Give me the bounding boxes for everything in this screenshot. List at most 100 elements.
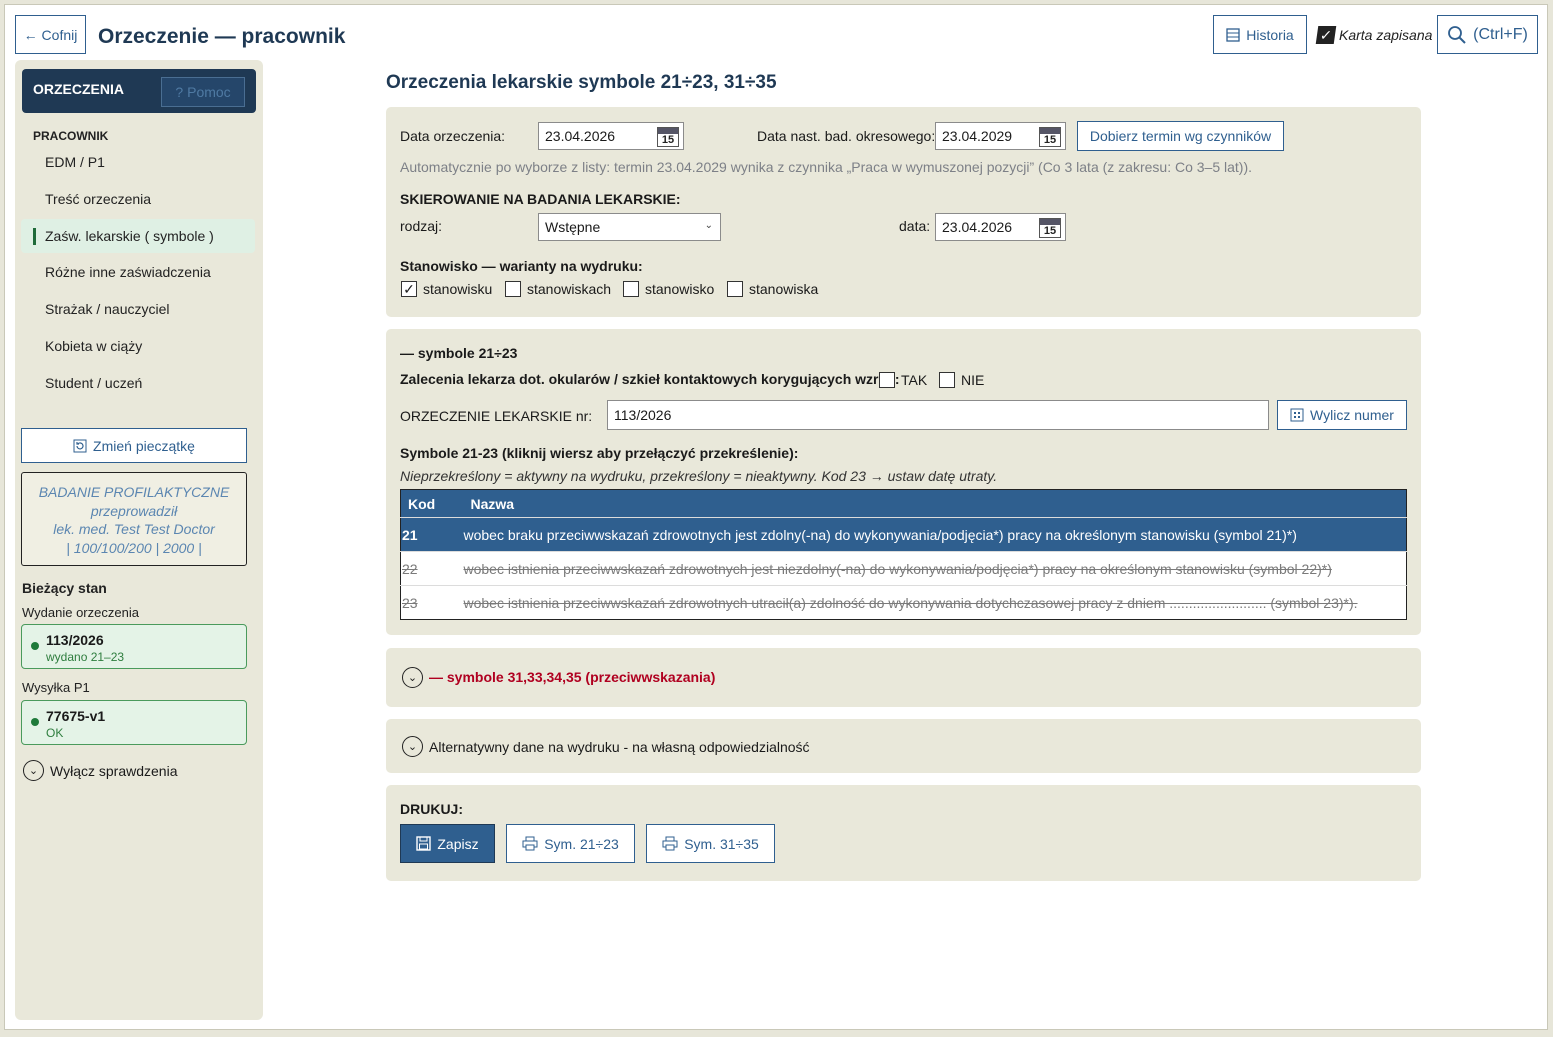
calendar-icon[interactable]: 15 — [1039, 127, 1061, 147]
question-icon: ? — [175, 84, 184, 100]
date2-field[interactable]: 23.04.2026 15 — [935, 213, 1066, 241]
print-panel: DRUKUJ: Zapisz Sym. 21÷23 Sym. 31÷35 — [386, 785, 1421, 881]
print-sym21-button[interactable]: Sym. 21÷23 — [506, 824, 635, 863]
send-status-card[interactable]: 77675-v1 OK — [21, 700, 247, 745]
history-button[interactable]: Historia — [1213, 15, 1307, 54]
checkbox-icon — [623, 281, 639, 297]
number-label: ORZECZENIE LEKARSKIE nr: — [400, 408, 593, 424]
date-field[interactable]: 23.04.2026 15 — [538, 122, 684, 150]
kind-label: rodzaj: — [400, 218, 443, 234]
number-value: 113/2026 — [614, 407, 672, 423]
sidebar-item-kobieta[interactable]: Kobieta w ciąży — [21, 329, 255, 363]
checkbox-icon — [727, 281, 743, 297]
sidebar-item-student[interactable]: Student / uczeń — [21, 366, 255, 400]
back-button[interactable]: ← Cofnij — [15, 15, 86, 54]
variant-checkbox-stanowiskach[interactable]: stanowiskach — [505, 281, 611, 297]
next-date-field[interactable]: 23.04.2029 15 — [935, 122, 1066, 150]
variant-checkbox-stanowisku[interactable]: ✓ stanowisku — [401, 281, 492, 297]
calc-number-button[interactable]: Wylicz numer — [1277, 400, 1407, 430]
table-row[interactable]: 22 wobec istnienia przeciwwskazań zdrowo… — [400, 551, 1407, 586]
calculator-icon — [1290, 408, 1304, 422]
print-title: DRUKUJ: — [400, 801, 463, 817]
table-row[interactable]: 21 wobec braku przeciwwskazań zdrowotnyc… — [400, 517, 1407, 552]
history-icon — [1226, 27, 1240, 42]
row-name: wobec istnienia przeciwwskazań zdrowotny… — [463, 551, 1407, 586]
floppy-icon — [416, 836, 432, 851]
sidebar-item-edm[interactable]: EDM / P1 — [21, 145, 255, 179]
status-dot-icon — [31, 642, 39, 650]
help-button[interactable]: ? Pomoc — [161, 77, 245, 107]
next-date-label: Data nast. bad. okresowego: — [757, 128, 936, 144]
row-code: 22 — [400, 551, 464, 586]
save-button[interactable]: Zapisz — [400, 824, 495, 863]
chevron-down-icon[interactable]: ⌄ — [402, 736, 423, 757]
yes-label: TAK — [901, 372, 928, 388]
sidebar-item-inne[interactable]: Różne inne zaświadczenia — [21, 255, 255, 289]
saved-indicator: ✓ Karta zapisana — [1315, 26, 1433, 44]
print-sym31-button[interactable]: Sym. 31÷35 — [646, 824, 775, 863]
col-name: Nazwa — [463, 489, 1407, 518]
send-value: 77675-v1 — [46, 708, 106, 724]
search-icon — [1448, 25, 1466, 44]
chevron-down-icon: ⌄ — [704, 220, 713, 231]
glasses-no-checkbox[interactable]: NIE — [939, 372, 984, 388]
kind-value: Wstępne — [545, 219, 601, 235]
page-title: Orzeczenie — pracownik — [98, 25, 346, 48]
sidebar-item-symbole[interactable]: Zaśw. lekarskie ( symbole ) — [21, 219, 255, 253]
row-name: wobec istnienia przeciwwskazań zdrowotny… — [463, 585, 1407, 620]
number-input[interactable]: 113/2026 — [607, 400, 1269, 430]
dates-panel: Data orzeczenia: 23.04.2026 15 Data nast… — [386, 107, 1421, 317]
checks-toggle[interactable]: ⌄ Wyłącz sprawdzenia — [23, 760, 177, 781]
sidebar-item-strazak[interactable]: Strażak / nauczyciel — [21, 292, 255, 326]
sidebar-header: ORZECZENIA ? Pomoc — [22, 69, 256, 113]
variant-label: stanowiskach — [527, 281, 612, 297]
sidebar-title: ORZECZENIA — [33, 81, 124, 97]
table-header-row: Kod Nazwa — [400, 489, 1407, 518]
sidebar-section-title: PRACOWNIK — [33, 129, 109, 143]
alt-data-panel[interactable]: ⌄ Alternatywny dane na wydruku - na włas… — [386, 719, 1421, 773]
stamp-preview: BADANIE PROFILAKTYCZNE przeprowadził lek… — [21, 472, 247, 566]
issue-value: 113/2026 — [46, 632, 104, 648]
save-label: Zapisz — [437, 835, 479, 852]
state-title: Bieżący stan — [22, 580, 107, 596]
stamp-line: | 100/100/200 | 2000 | — [66, 539, 202, 556]
position-title: Stanowisko — warianty na wydruku: — [400, 258, 643, 274]
search-button[interactable]: (Ctrl+F) — [1437, 15, 1538, 54]
section-title: Orzeczenia lekarskie symbole 21÷23, 31÷3… — [386, 72, 777, 93]
saved-label: Karta zapisana — [1339, 27, 1433, 43]
list-title: Symbole 21-23 (kliknij wiersz aby przełą… — [400, 445, 799, 461]
kind-select[interactable]: Wstępne ⌄ — [538, 213, 721, 241]
stamp-line: przeprowadził — [90, 502, 178, 519]
referral-title: SKIEROWANIE NA BADANIA LEKARSKIE: — [400, 191, 681, 207]
issue-label: Wydanie orzeczenia — [22, 605, 139, 620]
variant-label: stanowisku — [423, 281, 493, 297]
date-value: 23.04.2026 — [545, 128, 616, 144]
print-sym21-label: Sym. 21÷23 — [544, 835, 619, 852]
calendar-icon[interactable]: 15 — [657, 127, 679, 147]
glasses-label: Zalecenia lekarza dot. okularów / szkieł… — [400, 371, 900, 387]
change-stamp-button[interactable]: Zmień pieczątkę — [21, 428, 247, 463]
no-label: NIE — [961, 372, 985, 388]
change-stamp-label: Zmień pieczątkę — [93, 437, 195, 454]
chevron-down-icon[interactable]: ⌄ — [402, 667, 423, 688]
col-code: Kod — [400, 489, 464, 518]
sidebar-item-label: Kobieta w ciąży — [45, 338, 143, 354]
symbols-21-panel: — symbole 21÷23 Zalecenia lekarza dot. o… — [386, 329, 1421, 635]
stamp-line: BADANIE PROFILAKTYCZNE — [38, 484, 230, 500]
table-row[interactable]: 23 wobec istnienia przeciwwskazań zdrowo… — [400, 585, 1407, 620]
variant-checkbox-stanowiska[interactable]: stanowiska — [727, 281, 818, 297]
pick-term-button[interactable]: Dobierz termin wg czynników — [1077, 121, 1284, 151]
symbols-31-panel[interactable]: ⌄ — symbole 31,33,34,35 (przeciwwskazani… — [386, 648, 1421, 707]
variant-checkbox-stanowisko[interactable]: stanowisko — [623, 281, 714, 297]
sidebar-item-label: Zaśw. lekarskie ( symbole ) — [45, 228, 214, 244]
checkbox-icon — [939, 372, 955, 388]
checks-toggle-label: Wyłącz sprawdzenia — [50, 762, 178, 779]
glasses-yes-checkbox[interactable]: TAK — [879, 372, 927, 388]
refresh-icon — [73, 439, 87, 452]
list-hint: Nieprzekreślony = aktywny na wydruku, pr… — [400, 468, 998, 484]
date2-value: 23.04.2026 — [942, 219, 1013, 235]
send-label: Wysyłka P1 — [22, 680, 90, 695]
issue-status-card[interactable]: 113/2026 wydano 21–23 — [21, 624, 247, 669]
sidebar-item-tresc[interactable]: Treść orzeczenia — [21, 182, 255, 216]
calendar-icon[interactable]: 15 — [1039, 218, 1061, 238]
